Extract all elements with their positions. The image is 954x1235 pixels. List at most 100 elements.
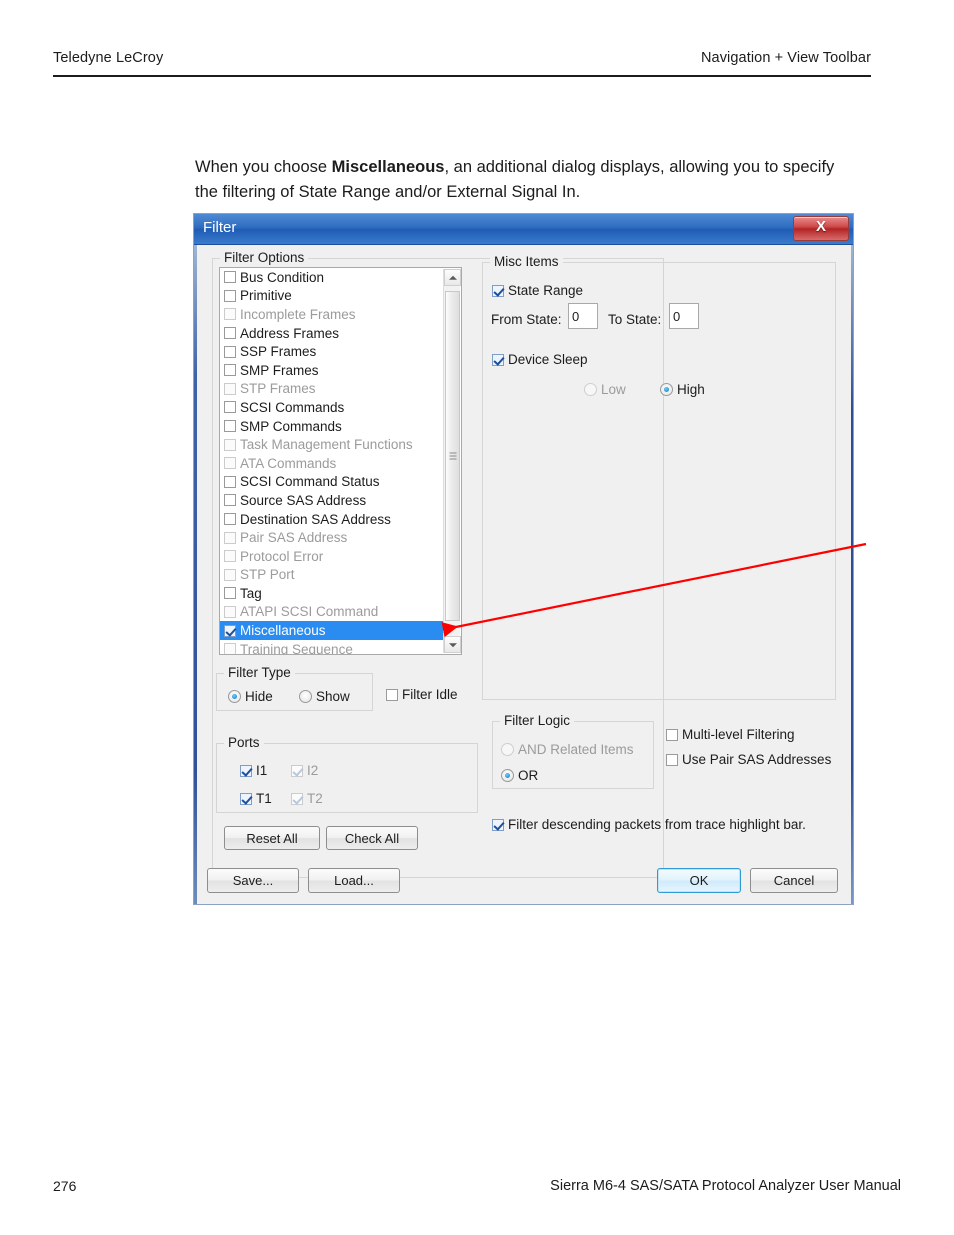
list-item[interactable]: SMP Commands xyxy=(220,417,444,436)
list-item-check-icon[interactable] xyxy=(224,550,236,563)
port-t2-check-icon xyxy=(291,792,303,805)
port-t1-label: T1 xyxy=(256,791,272,806)
filter-logic-and-label: AND Related Items xyxy=(518,742,634,757)
list-item-check-icon[interactable] xyxy=(224,605,236,618)
port-i1-label: I1 xyxy=(256,763,268,778)
list-item[interactable]: ATA Commands xyxy=(220,454,444,473)
list-item-check-icon[interactable] xyxy=(224,289,236,302)
device-sleep-high-radio[interactable]: High xyxy=(660,382,705,397)
multi-level-filtering-checkbox[interactable]: Multi-level Filtering xyxy=(666,727,795,742)
filter-options-group-title: Filter Options xyxy=(220,250,309,265)
list-item[interactable]: SCSI Commands xyxy=(220,398,444,417)
filter-type-show-radio[interactable]: Show xyxy=(299,689,350,704)
list-item-check-icon[interactable] xyxy=(224,382,236,395)
state-range-label: State Range xyxy=(508,283,584,298)
list-item[interactable]: Task Management Functions xyxy=(220,435,444,454)
list-item-label: Miscellaneous xyxy=(240,623,326,639)
dialog-titlebar[interactable]: Filter X xyxy=(194,214,853,245)
list-item-check-icon[interactable] xyxy=(224,457,236,470)
device-sleep-low-radio[interactable]: Low xyxy=(584,382,626,397)
port-checkbox-t2[interactable]: T2 xyxy=(291,791,323,806)
misc-items-group: Misc Items xyxy=(482,254,836,700)
filter-options-listbox[interactable]: Bus Condition Primitive Incomplete Frames A… xyxy=(219,267,462,655)
list-item-check-icon[interactable] xyxy=(224,438,236,451)
close-icon[interactable]: X xyxy=(793,216,849,241)
port-t2-label: T2 xyxy=(307,791,323,806)
filter-type-hide-label: Hide xyxy=(245,689,273,704)
list-item-check-icon[interactable] xyxy=(224,568,236,581)
filter-logic-or-label: OR xyxy=(518,768,539,783)
list-item[interactable]: Primitive xyxy=(220,287,444,306)
footer-page-number: 276 xyxy=(53,1178,77,1194)
list-item[interactable]: SMP Frames xyxy=(220,361,444,380)
list-item[interactable]: STP Port xyxy=(220,566,444,585)
list-item-check-icon[interactable] xyxy=(224,513,236,526)
list-item[interactable]: Source SAS Address xyxy=(220,491,444,510)
port-t1-check-icon xyxy=(240,792,252,805)
port-checkbox-t1[interactable]: T1 xyxy=(240,791,272,806)
check-all-button[interactable]: Check All xyxy=(326,826,418,850)
page-header: Teledyne LeCroy Navigation + View Toolba… xyxy=(53,50,871,78)
save-button[interactable]: Save... xyxy=(207,868,299,893)
filter-descending-checkbox[interactable]: Filter descending packets from trace hig… xyxy=(492,817,806,832)
use-pair-sas-addresses-checkbox[interactable]: Use Pair SAS Addresses xyxy=(666,752,831,767)
dialog-title: Filter xyxy=(203,219,237,236)
list-item[interactable]: STP Frames xyxy=(220,380,444,399)
list-item[interactable]: SCSI Command Status xyxy=(220,473,444,492)
list-item-check-icon[interactable] xyxy=(224,308,236,321)
list-item[interactable]: Training Sequence xyxy=(220,640,444,654)
filter-logic-group-title: Filter Logic xyxy=(500,713,575,728)
list-item[interactable]: Destination SAS Address xyxy=(220,510,444,529)
header-company-name: Teledyne LeCroy xyxy=(53,50,164,66)
list-item-check-icon[interactable] xyxy=(224,475,236,488)
filter-idle-checkbox[interactable]: Filter Idle xyxy=(386,687,458,702)
list-item-check-icon[interactable] xyxy=(224,271,236,284)
filter-options-scrollbar[interactable] xyxy=(443,269,461,653)
list-item-check-icon[interactable] xyxy=(224,587,236,600)
or-radio-icon xyxy=(501,769,514,782)
list-item-label: Bus Condition xyxy=(240,269,325,285)
list-item-check-icon[interactable] xyxy=(224,494,236,507)
load-button[interactable]: Load... xyxy=(308,868,400,893)
list-item[interactable]: Protocol Error xyxy=(220,547,444,566)
list-item-check-icon[interactable] xyxy=(224,624,236,637)
high-radio-icon xyxy=(660,383,673,396)
list-item[interactable]: ATAPI SCSI Command xyxy=(220,603,444,622)
ok-button[interactable]: OK xyxy=(657,868,741,893)
port-checkbox-i1[interactable]: I1 xyxy=(240,763,267,778)
cancel-button[interactable]: Cancel xyxy=(750,868,838,893)
list-item-label: SMP Frames xyxy=(240,362,319,378)
list-item[interactable]: Bus Condition xyxy=(220,268,444,287)
to-state-label: To State: xyxy=(608,312,662,327)
list-item[interactable]: Address Frames xyxy=(220,324,444,343)
scroll-up-icon[interactable] xyxy=(444,269,461,286)
state-range-checkbox[interactable]: State Range xyxy=(492,283,583,298)
from-state-input[interactable] xyxy=(568,303,598,329)
scroll-down-icon[interactable] xyxy=(444,636,461,653)
list-item-label: Destination SAS Address xyxy=(240,511,391,527)
list-item-check-icon[interactable] xyxy=(224,327,236,340)
list-item-check-icon[interactable] xyxy=(224,531,236,544)
list-item-check-icon[interactable] xyxy=(224,364,236,377)
port-checkbox-i2[interactable]: I2 xyxy=(291,763,318,778)
list-item-label: Source SAS Address xyxy=(240,492,367,508)
to-state-input[interactable] xyxy=(669,303,699,329)
device-sleep-checkbox[interactable]: Device Sleep xyxy=(492,352,588,367)
list-item[interactable]: Tag xyxy=(220,584,444,603)
list-item-check-icon[interactable] xyxy=(224,345,236,358)
list-item-label: Task Management Functions xyxy=(240,437,413,453)
reset-all-button[interactable]: Reset All xyxy=(224,826,320,850)
and-radio-icon xyxy=(501,743,514,756)
filter-type-show-label: Show xyxy=(316,689,350,704)
list-item[interactable]: SSP Frames xyxy=(220,342,444,361)
list-item-check-icon[interactable] xyxy=(224,420,236,433)
filter-logic-and-radio[interactable]: AND Related Items xyxy=(501,742,634,757)
filter-logic-or-radio[interactable]: OR xyxy=(501,768,538,783)
scrollbar-thumb[interactable] xyxy=(445,291,460,621)
list-item-check-icon[interactable] xyxy=(224,401,236,414)
filter-type-hide-radio[interactable]: Hide xyxy=(228,689,273,704)
list-item[interactable]: Pair SAS Address xyxy=(220,528,444,547)
list-item[interactable]: Miscellaneous xyxy=(220,621,444,640)
list-item[interactable]: Incomplete Frames xyxy=(220,305,444,324)
list-item-check-icon[interactable] xyxy=(224,643,236,654)
